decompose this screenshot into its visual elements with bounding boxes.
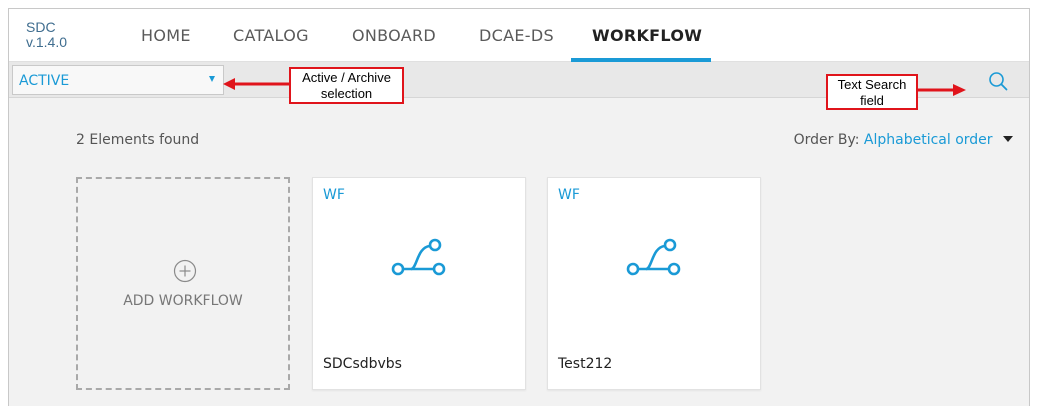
order-by-label: Order By:: [793, 132, 860, 148]
brand-logo[interactable]: SDC v.1.4.0: [26, 20, 67, 49]
plus-circle-icon: [173, 259, 197, 283]
app-frame: SDC v.1.4.0 HOME CATALOG ONBOARD DCAE-DS…: [8, 8, 1030, 406]
card-type-badge: WF: [558, 187, 580, 203]
card-name: SDCsdbvbs: [323, 356, 402, 372]
workflow-card[interactable]: WF SDCsdbvbs: [312, 177, 526, 390]
select-value: ACTIVE: [19, 73, 70, 89]
workflow-icon: [626, 236, 682, 280]
nav-dcae-ds[interactable]: DCAE-DS: [479, 26, 554, 45]
nav-home[interactable]: HOME: [141, 26, 191, 45]
triangle-down-icon: [209, 76, 215, 82]
nav-workflow[interactable]: WORKFLOW: [592, 26, 702, 45]
annotation-arrow-right: [918, 84, 966, 96]
active-archive-select[interactable]: ACTIVE: [12, 65, 224, 95]
nav-onboard[interactable]: ONBOARD: [352, 26, 436, 45]
nav-catalog[interactable]: CATALOG: [233, 26, 309, 45]
order-by-value[interactable]: Alphabetical order: [864, 132, 993, 148]
chevron-down-icon[interactable]: [1003, 136, 1013, 142]
add-workflow-label: ADD WORKFLOW: [123, 293, 243, 309]
annotation-arrow-left: [223, 78, 293, 90]
workflow-icon: [391, 236, 447, 280]
annotation-search-note: Text Search field: [826, 74, 918, 110]
annotation-filter-note: Active / Archive selection: [289, 67, 404, 104]
order-by-control[interactable]: Order By: Alphabetical order: [794, 132, 1013, 148]
workflow-card[interactable]: WF Test212: [547, 177, 761, 390]
brand-version: v.1.4.0: [26, 34, 67, 50]
card-name: Test212: [558, 356, 613, 372]
results-count: 2 Elements found: [76, 132, 200, 148]
brand-name: SDC: [26, 19, 56, 35]
top-header: SDC v.1.4.0 HOME CATALOG ONBOARD DCAE-DS…: [9, 9, 1029, 62]
card-type-badge: WF: [323, 187, 345, 203]
add-workflow-card[interactable]: ADD WORKFLOW: [76, 177, 290, 390]
search-icon[interactable]: [987, 70, 1009, 92]
